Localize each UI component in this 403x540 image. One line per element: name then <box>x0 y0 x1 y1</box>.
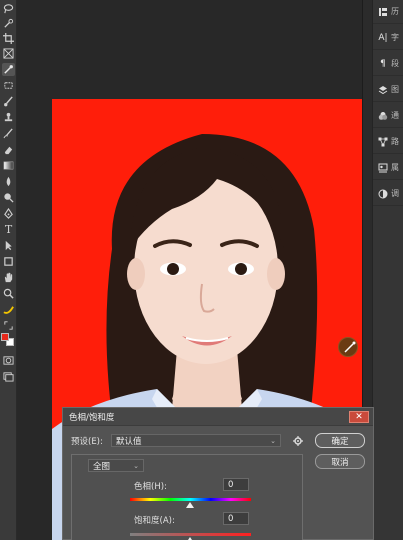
preset-label: 预设(E): <box>71 436 103 447</box>
eyedropper-tool-icon[interactable] <box>2 63 15 76</box>
type-tool-icon[interactable]: T <box>2 223 15 236</box>
dialog-title-bar[interactable]: 色相/饱和度 ✕ <box>63 408 373 426</box>
blur-tool-icon[interactable] <box>2 175 15 188</box>
crop-tool-icon[interactable] <box>2 32 15 45</box>
hue-value-input[interactable]: 0 <box>223 478 249 491</box>
chevron-down-icon: ⌄ <box>270 436 276 445</box>
paragraph-panel-button[interactable]: ¶ 段 <box>373 52 403 76</box>
adjustments-icon <box>378 189 388 199</box>
lasso-tool-icon[interactable] <box>2 2 15 15</box>
dodge-tool-icon[interactable] <box>2 191 15 204</box>
history-panel-label: 历 <box>391 7 399 16</box>
paths-panel-button[interactable]: 路 <box>373 130 403 154</box>
screen-mode-icon[interactable] <box>2 370 15 383</box>
eraser-tool-icon[interactable] <box>2 143 15 156</box>
paths-icon <box>378 137 388 147</box>
collapsed-panels-dock: 历 A| 字 ¶ 段 图 通 路 属 调 <box>372 0 403 540</box>
adjustments-panel-label: 调 <box>391 189 399 198</box>
channel-dropdown[interactable]: 全图 ⌄ <box>88 459 144 472</box>
brush-cursor <box>338 337 358 357</box>
chevron-down-icon: ⌄ <box>133 461 139 470</box>
pen-tool-icon[interactable] <box>2 207 15 220</box>
tools-panel: T <box>0 0 17 540</box>
layers-icon <box>378 85 388 95</box>
ok-button[interactable]: 确定 <box>315 433 365 448</box>
layers-panel-button[interactable]: 图 <box>373 78 403 102</box>
paragraph-panel-label: 段 <box>391 59 399 68</box>
channels-panel-label: 通 <box>391 111 399 120</box>
quick-select-tool-icon[interactable] <box>2 17 15 30</box>
history-brush-tool-icon[interactable] <box>2 127 15 140</box>
patch-tool-icon[interactable] <box>2 79 15 92</box>
zoom-tool-icon[interactable] <box>2 287 15 300</box>
preset-value: 默认值 <box>116 436 142 447</box>
dialog-title: 色相/饱和度 <box>69 412 115 423</box>
adjustment-group: 全图 ⌄ 色相(H): 0 饱和度(A): 0 <box>71 454 303 540</box>
channels-icon <box>378 111 388 121</box>
history-icon <box>378 7 388 17</box>
character-icon: A| <box>378 32 388 43</box>
quick-mask-icon[interactable] <box>2 354 15 367</box>
brush-tool-icon[interactable] <box>2 95 15 108</box>
foreground-color-swatch[interactable] <box>1 333 9 341</box>
cancel-button[interactable]: 取消 <box>315 454 365 469</box>
character-panel-label: 字 <box>391 33 399 42</box>
layers-panel-label: 图 <box>391 85 399 94</box>
preset-options-gear-icon[interactable] <box>292 435 304 447</box>
hue-slider-thumb[interactable] <box>186 502 194 508</box>
rectangle-tool-icon[interactable] <box>2 255 15 268</box>
preset-dropdown[interactable]: 默认值 ⌄ <box>111 434 281 447</box>
close-icon[interactable]: ✕ <box>349 410 369 423</box>
adjustments-panel-button[interactable]: 调 <box>373 182 403 206</box>
swap-colors-icon[interactable] <box>2 319 15 332</box>
frame-tool-icon[interactable] <box>2 47 15 60</box>
hue-slider-track[interactable] <box>130 498 251 501</box>
preset-row: 预设(E): 默认值 ⌄ <box>71 434 281 447</box>
history-panel-button[interactable]: 历 <box>373 0 403 24</box>
paths-panel-label: 路 <box>391 137 399 146</box>
saturation-slider-track[interactable] <box>130 533 251 536</box>
character-panel-button[interactable]: A| 字 <box>373 26 403 50</box>
gradient-tool-icon[interactable] <box>2 159 15 172</box>
hand-tool-icon[interactable] <box>2 271 15 284</box>
hue-saturation-dialog: 色相/饱和度 ✕ 预设(E): 默认值 ⌄ 确定 取消 全图 ⌄ 色相(H): … <box>62 407 374 540</box>
properties-icon <box>378 163 388 173</box>
stamp-tool-icon[interactable] <box>2 111 15 124</box>
properties-panel-label: 属 <box>391 163 399 172</box>
properties-panel-button[interactable]: 属 <box>373 156 403 180</box>
channels-panel-button[interactable]: 通 <box>373 104 403 128</box>
channel-value: 全图 <box>93 461 111 472</box>
more-tools-icon[interactable] <box>2 303 15 316</box>
saturation-label: 饱和度(A): <box>134 516 175 526</box>
saturation-value-input[interactable]: 0 <box>223 512 249 525</box>
path-select-tool-icon[interactable] <box>2 239 15 252</box>
paragraph-icon: ¶ <box>380 58 386 69</box>
hue-label: 色相(H): <box>134 482 167 492</box>
